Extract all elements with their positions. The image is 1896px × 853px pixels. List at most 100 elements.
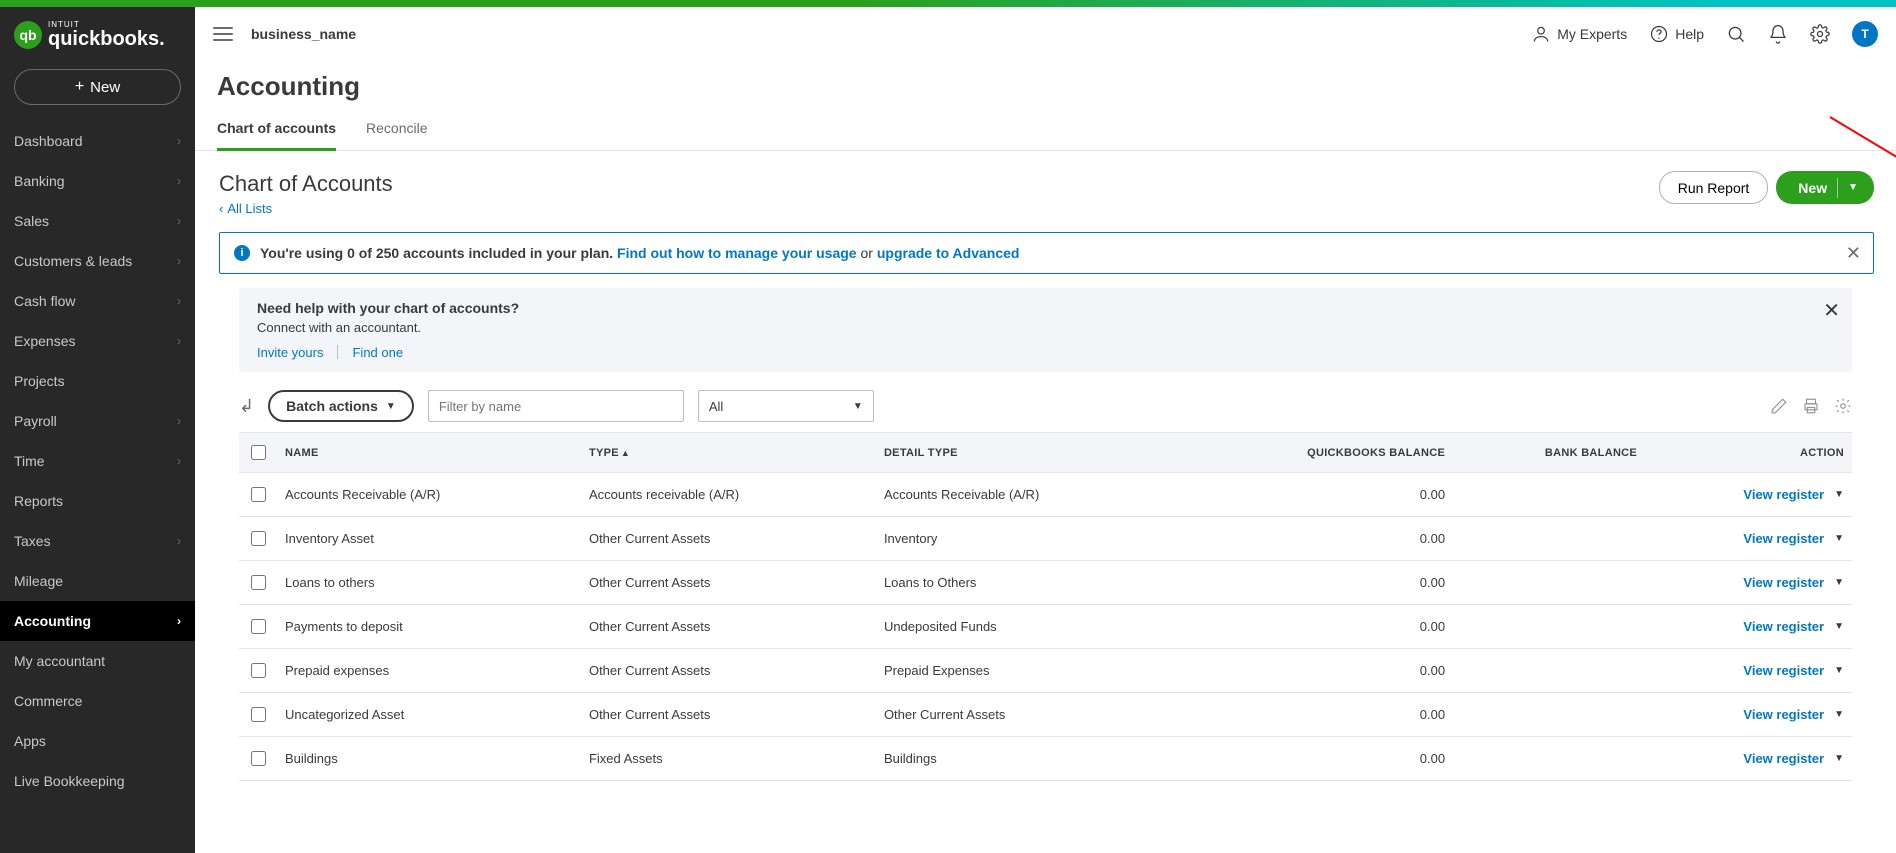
col-name[interactable]: NAME — [277, 433, 581, 473]
chevron-right-icon: › — [177, 214, 181, 228]
sidebar-item-cash-flow[interactable]: Cash flow› — [0, 281, 195, 321]
chevron-right-icon: › — [177, 174, 181, 188]
row-checkbox[interactable] — [251, 751, 266, 766]
sidebar-item-commerce[interactable]: Commerce› — [0, 681, 195, 721]
sidebar-item-label: Expenses — [14, 333, 75, 349]
settings-icon[interactable] — [1834, 397, 1852, 415]
help-sub: Connect with an accountant. — [257, 320, 1834, 335]
view-register-link[interactable]: View register ▼ — [1743, 619, 1844, 634]
hamburger-icon[interactable] — [213, 27, 233, 41]
cell-type: Other Current Assets — [581, 517, 876, 561]
chevron-down-icon: ▼ — [386, 401, 396, 412]
sidebar-item-customers-leads[interactable]: Customers & leads› — [0, 241, 195, 281]
new-button[interactable]: New ▼ — [1776, 171, 1874, 204]
info-icon: i — [234, 245, 250, 261]
edit-icon[interactable] — [1770, 397, 1788, 415]
all-lists-link[interactable]: ‹ All Lists — [219, 201, 393, 216]
table-row: Uncategorized AssetOther Current AssetsO… — [239, 693, 1852, 737]
my-experts-link[interactable]: My Experts — [1531, 24, 1627, 44]
back-link-label: All Lists — [227, 201, 272, 216]
select-all-checkbox[interactable] — [251, 445, 266, 460]
cell-qb-balance: 0.00 — [1180, 693, 1453, 737]
sidebar-item-label: Sales — [14, 213, 49, 229]
cell-qb-balance: 0.00 — [1180, 605, 1453, 649]
sidebar-item-sales[interactable]: Sales › — [0, 201, 195, 241]
cell-bank-balance — [1453, 605, 1645, 649]
search-icon[interactable] — [1726, 24, 1746, 44]
close-icon[interactable]: ✕ — [1823, 298, 1840, 323]
chevron-right-icon: › — [177, 294, 181, 308]
sidebar-item-label: Commerce — [14, 693, 82, 709]
view-register-link[interactable]: View register ▼ — [1743, 707, 1844, 722]
view-register-link[interactable]: View register ▼ — [1743, 575, 1844, 590]
sidebar-item-payroll[interactable]: Payroll› — [0, 401, 195, 441]
sidebar-item-taxes[interactable]: Taxes› — [0, 521, 195, 561]
sidebar-item-time[interactable]: Time› — [0, 441, 195, 481]
sidebar-item-apps[interactable]: Apps› — [0, 721, 195, 761]
chevron-down-icon: ▼ — [853, 401, 863, 412]
view-register-link[interactable]: View register ▼ — [1743, 663, 1844, 678]
cell-bank-balance — [1453, 649, 1645, 693]
table-row: Inventory AssetOther Current AssetsInven… — [239, 517, 1852, 561]
cell-type: Fixed Assets — [581, 737, 876, 781]
row-checkbox[interactable] — [251, 707, 266, 722]
table-row: Loans to othersOther Current AssetsLoans… — [239, 561, 1852, 605]
bell-icon[interactable] — [1768, 24, 1788, 44]
sidebar-item-banking[interactable]: Banking› — [0, 161, 195, 201]
type-filter-dropdown[interactable]: All ▼ — [698, 390, 874, 422]
sidebar-item-dashboard[interactable]: Dashboard› — [0, 121, 195, 161]
view-register-link[interactable]: View register ▼ — [1743, 531, 1844, 546]
view-register-link[interactable]: View register ▼ — [1743, 487, 1844, 502]
avatar[interactable]: T — [1852, 21, 1878, 47]
sidebar-item-live-bookkeeping[interactable]: Live Bookkeeping› — [0, 761, 195, 801]
upgrade-link[interactable]: upgrade to Advanced — [877, 245, 1020, 261]
row-checkbox[interactable] — [251, 619, 266, 634]
table-row: Prepaid expensesOther Current AssetsPrep… — [239, 649, 1852, 693]
collapse-icon[interactable]: ↲ — [239, 396, 254, 417]
gear-icon[interactable] — [1810, 24, 1830, 44]
col-bank-balance[interactable]: BANK BALANCE — [1453, 433, 1645, 473]
table-row: Payments to depositOther Current AssetsU… — [239, 605, 1852, 649]
sort-asc-icon: ▲ — [621, 448, 630, 458]
sidebar-item-accounting[interactable]: Accounting› — [0, 601, 195, 641]
run-report-button[interactable]: Run Report — [1659, 171, 1769, 204]
batch-actions-button[interactable]: Batch actions ▼ — [268, 390, 414, 422]
sidebar-new-button[interactable]: + New — [14, 69, 181, 105]
chevron-down-icon: ▼ — [1848, 182, 1858, 193]
help-label: Help — [1675, 26, 1704, 42]
sidebar-item-my-accountant[interactable]: My accountant› — [0, 641, 195, 681]
sidebar-nav: Dashboard›Banking› Sales › Customers & lead… — [0, 121, 195, 853]
chevron-down-icon: ▼ — [1834, 753, 1844, 764]
sidebar-item-reports[interactable]: Reports› — [0, 481, 195, 521]
chevron-right-icon: › — [177, 414, 181, 428]
row-checkbox[interactable] — [251, 487, 266, 502]
col-detail[interactable]: DETAIL TYPE — [876, 433, 1180, 473]
tab-chart-of-accounts[interactable]: Chart of accounts — [217, 120, 336, 151]
new-button-label: New — [1798, 180, 1827, 196]
help-link[interactable]: Help — [1649, 24, 1704, 44]
sidebar-item-label: Live Bookkeeping — [14, 773, 125, 789]
row-checkbox[interactable] — [251, 575, 266, 590]
find-one-link[interactable]: Find one — [352, 345, 403, 360]
row-checkbox[interactable] — [251, 531, 266, 546]
sidebar-item-mileage[interactable]: Mileage› — [0, 561, 195, 601]
sidebar-item-label: Projects — [14, 373, 65, 389]
filter-input[interactable] — [428, 390, 684, 422]
manage-usage-link[interactable]: Find out how to manage your usage — [617, 245, 857, 261]
row-checkbox[interactable] — [251, 663, 266, 678]
help-box: Need help with your chart of accounts? C… — [239, 288, 1852, 372]
cell-detail: Undeposited Funds — [876, 605, 1180, 649]
sidebar-item-expenses[interactable]: Expenses › — [0, 321, 195, 361]
col-qb-balance[interactable]: QUICKBOOKS BALANCE — [1180, 433, 1453, 473]
view-register-link[interactable]: View register ▼ — [1743, 751, 1844, 766]
main: business_name My Experts Help T Accounti… — [195, 7, 1896, 853]
tab-reconcile[interactable]: Reconcile — [366, 120, 427, 150]
invite-yours-link[interactable]: Invite yours — [257, 345, 323, 360]
sidebar-item-projects[interactable]: Projects› — [0, 361, 195, 401]
cell-detail: Inventory — [876, 517, 1180, 561]
close-icon[interactable]: ✕ — [1846, 243, 1861, 264]
col-type[interactable]: TYPE▲ — [581, 433, 876, 473]
chevron-right-icon: › — [177, 334, 181, 348]
usage-text: You're using 0 of 250 accounts included … — [260, 245, 617, 261]
print-icon[interactable] — [1802, 397, 1820, 415]
